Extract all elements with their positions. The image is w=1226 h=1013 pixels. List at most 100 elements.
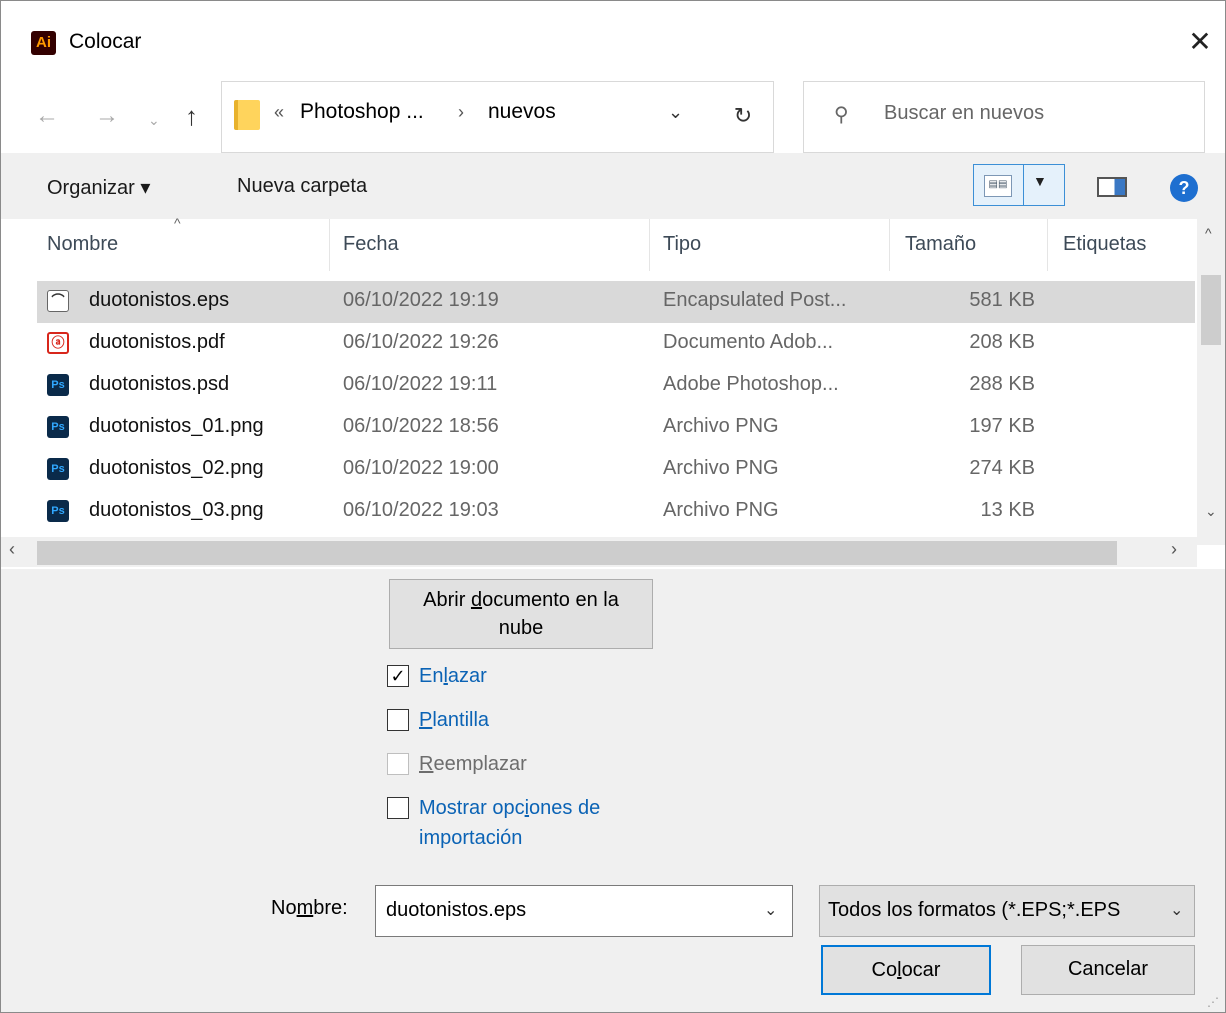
- link-checkbox[interactable]: ✓: [387, 665, 409, 687]
- template-checkbox[interactable]: [387, 709, 409, 731]
- file-type: Documento Adob...: [663, 331, 834, 353]
- organize-menu-button[interactable]: Organizar ▾: [47, 175, 150, 200]
- sort-ascending-icon: ^: [174, 215, 181, 231]
- search-icon: ⚲: [834, 104, 849, 126]
- png-file-icon: Ps: [47, 458, 69, 480]
- file-row[interactable]: Ps duotonistos.psd 06/10/2022 19:11 Adob…: [37, 365, 1195, 407]
- file-type: Archivo PNG: [663, 499, 779, 521]
- view-options-button[interactable]: ▤▤ ▼: [973, 164, 1065, 206]
- search-placeholder: Buscar en nuevos: [884, 102, 1045, 124]
- column-divider[interactable]: [649, 219, 650, 271]
- breadcrumb-separator-icon[interactable]: ›: [458, 102, 464, 123]
- column-name[interactable]: Nombre: [47, 233, 118, 256]
- file-size: 208 KB: [969, 331, 1035, 353]
- horizontal-scroll-thumb[interactable]: [37, 541, 1117, 565]
- horizontal-scrollbar[interactable]: ‹ ›: [1, 537, 1197, 567]
- file-name: duotonistos_02.png: [89, 457, 264, 479]
- help-icon[interactable]: ?: [1170, 174, 1198, 202]
- file-type: Archivo PNG: [663, 415, 779, 437]
- file-row[interactable]: Ps duotonistos_01.png 06/10/2022 18:56 A…: [37, 407, 1195, 449]
- file-name: duotonistos.eps: [89, 289, 230, 311]
- file-name-input[interactable]: duotonistos.eps ⌄: [375, 885, 793, 937]
- file-name: duotonistos.pdf: [89, 331, 225, 353]
- title-bar: Ai Colocar ✕: [1, 1, 1225, 81]
- breadcrumb-current[interactable]: nuevos: [488, 100, 556, 124]
- psd-file-icon: Ps: [47, 374, 69, 396]
- scroll-right-icon[interactable]: ›: [1171, 539, 1177, 560]
- column-date[interactable]: Fecha: [343, 233, 399, 256]
- column-divider[interactable]: [1047, 219, 1048, 271]
- new-folder-button[interactable]: Nueva carpeta: [237, 175, 367, 198]
- recent-locations-chevron-icon[interactable]: ⌄: [148, 105, 160, 135]
- close-icon[interactable]: ✕: [1185, 27, 1215, 57]
- file-date: 06/10/2022 19:26: [343, 331, 499, 353]
- cloud-button-accel: d: [470, 589, 483, 611]
- file-name-value[interactable]: duotonistos.eps: [386, 899, 526, 922]
- replace-checkbox: [387, 753, 409, 775]
- view-button-divider: [1023, 165, 1024, 205]
- vertical-scroll-thumb[interactable]: [1201, 275, 1221, 345]
- cloud-button-text-a: Abrir: [423, 589, 471, 611]
- open-cloud-document-button[interactable]: Abrir documento en la nube: [389, 579, 653, 649]
- place-button[interactable]: Colocar: [821, 945, 991, 995]
- up-arrow-icon[interactable]: ↑: [185, 101, 198, 131]
- file-row[interactable]: Ps duotonistos_02.png 06/10/2022 19:00 A…: [37, 449, 1195, 491]
- column-size[interactable]: Tamaño: [905, 233, 976, 256]
- folder-icon: [234, 100, 260, 130]
- cancel-button[interactable]: Cancelar: [1021, 945, 1195, 995]
- png-file-icon: Ps: [47, 416, 69, 438]
- file-type-filter[interactable]: Todos los formatos (*.EPS;*.EPS ⌄: [819, 885, 1195, 937]
- dialog-title: Colocar: [69, 30, 142, 53]
- column-type[interactable]: Tipo: [663, 233, 701, 256]
- cloud-button-text-c: nube: [498, 617, 544, 639]
- import-label-c: importación: [419, 827, 523, 849]
- pdf-file-icon: ⓐ: [47, 332, 69, 354]
- preview-pane-icon[interactable]: [1097, 177, 1127, 197]
- replace-label-accel: R: [419, 753, 434, 775]
- scroll-down-icon[interactable]: ⌄: [1205, 503, 1217, 520]
- column-tags[interactable]: Etiquetas: [1063, 233, 1146, 256]
- resize-grip-icon[interactable]: ⋰: [1207, 995, 1219, 1009]
- file-name: duotonistos.psd: [89, 373, 230, 395]
- refresh-icon[interactable]: ↻: [713, 81, 774, 153]
- address-dropdown-icon[interactable]: ⌄: [668, 102, 683, 123]
- file-date: 06/10/2022 19:11: [343, 373, 498, 395]
- search-input[interactable]: ⚲ Buscar en nuevos: [803, 81, 1205, 153]
- scroll-left-icon[interactable]: ‹: [9, 539, 15, 560]
- breadcrumb-parent[interactable]: Photoshop ...: [300, 100, 424, 124]
- eps-file-icon: ⌒: [47, 290, 69, 312]
- replace-label: Reemplazar: [419, 749, 527, 779]
- file-row[interactable]: ⌒ duotonistos.eps 06/10/2022 19:19 Encap…: [37, 281, 1195, 323]
- png-file-icon: Ps: [47, 500, 69, 522]
- place-dialog: Ai Colocar ✕ ← → ⌄ ↑ « Photoshop ... › n…: [0, 0, 1226, 1013]
- file-type-dropdown-icon[interactable]: ⌄: [1170, 900, 1183, 920]
- file-name-dropdown-icon[interactable]: ⌄: [764, 900, 777, 920]
- file-row[interactable]: Ps duotonistos_03.png 06/10/2022 19:03 A…: [37, 491, 1195, 533]
- import-label-a: Mostrar opc: [419, 797, 525, 819]
- template-label-b: lantilla: [432, 709, 490, 731]
- file-name-label: Nombre:: [271, 897, 348, 920]
- file-row[interactable]: ⓐ duotonistos.pdf 06/10/2022 19:26 Docum…: [37, 323, 1195, 365]
- template-label-accel: P: [419, 709, 433, 731]
- column-divider[interactable]: [889, 219, 890, 271]
- file-type: Encapsulated Post...: [663, 289, 847, 311]
- breadcrumb-overflow-icon[interactable]: «: [274, 102, 284, 123]
- back-arrow-icon[interactable]: ←: [35, 101, 59, 131]
- forward-arrow-icon[interactable]: →: [95, 101, 119, 131]
- file-date: 06/10/2022 19:03: [343, 499, 499, 521]
- view-dropdown-icon[interactable]: ▼: [1033, 173, 1047, 189]
- import-options-checkbox[interactable]: [387, 797, 409, 819]
- place-label-a: Co: [871, 959, 898, 981]
- scroll-up-icon[interactable]: ^: [1205, 225, 1212, 241]
- template-label[interactable]: Plantilla: [419, 705, 489, 735]
- place-label-b: ocar: [901, 959, 941, 981]
- address-bar[interactable]: « Photoshop ... › nuevos ⌄: [221, 81, 715, 153]
- link-label-a: En: [419, 665, 444, 687]
- import-options-label[interactable]: Mostrar opciones de importación: [419, 793, 600, 853]
- column-divider[interactable]: [329, 219, 330, 271]
- file-size: 274 KB: [969, 457, 1035, 479]
- vertical-scrollbar[interactable]: ^ ⌄: [1197, 219, 1225, 545]
- link-label[interactable]: Enlazar: [419, 661, 487, 691]
- import-label-b: ones de: [529, 797, 601, 819]
- file-size: 581 KB: [969, 289, 1035, 311]
